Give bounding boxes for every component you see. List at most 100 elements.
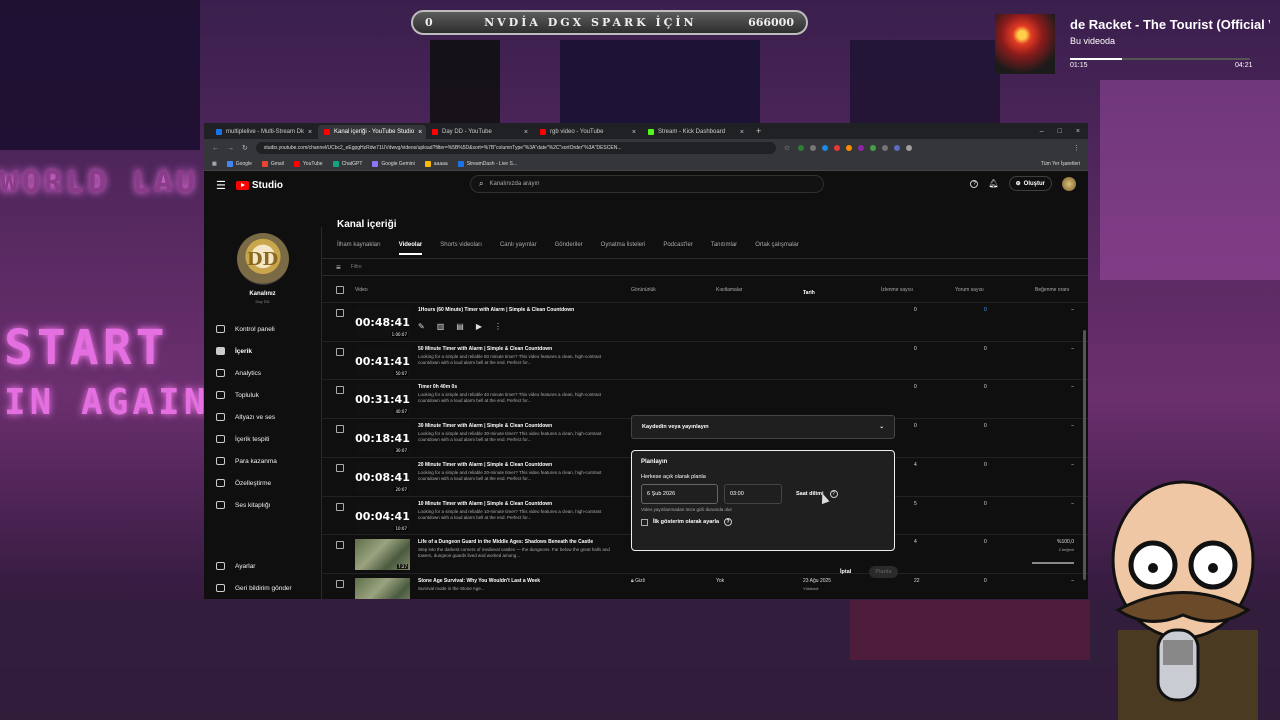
schedule-button[interactable]: Planla (869, 566, 898, 578)
row-checkbox[interactable] (336, 425, 344, 434)
video-thumbnail[interactable]: 00:31:41 40:07 (355, 384, 410, 416)
sidebar-item[interactable]: Altyazı ve ses (204, 406, 321, 428)
save-publish-dropdown[interactable]: Kaydedin veya yayınlayın ⌄ (631, 415, 895, 439)
video-title[interactable]: 20 Minute Timer with Alarm | Simple & Cl… (418, 462, 618, 468)
menu-icon[interactable]: ☰ (216, 179, 226, 192)
help-icon[interactable]: ? (970, 179, 979, 188)
comments-icon[interactable]: ▤ (456, 322, 464, 331)
bookmark-item[interactable]: Google Gemini (372, 160, 415, 167)
content-tab[interactable]: Gönderiler (555, 242, 583, 255)
content-tab[interactable]: Shorts videoları (440, 242, 482, 255)
browser-tab[interactable]: Kanal içeriği - YouTube Studio × (318, 125, 426, 139)
forward-icon[interactable]: → (227, 145, 234, 152)
filter-bar[interactable]: ≡ Filtre (322, 258, 1088, 276)
row-checkbox[interactable] (336, 309, 344, 317)
sidebar-item[interactable]: Topluluk (204, 384, 321, 406)
row-checkbox[interactable] (336, 502, 344, 511)
col-views[interactable]: İzlenme sayısı (881, 287, 913, 293)
new-tab-icon[interactable]: + (756, 126, 761, 136)
content-tab[interactable]: Oynatma listeleri (601, 242, 646, 255)
scrollbar[interactable] (1083, 330, 1086, 580)
studio-logo[interactable]: Studio (235, 180, 283, 191)
all-bookmarks[interactable]: Tüm Yer İşaretleri (1041, 161, 1080, 167)
video-title[interactable]: Stone Age Survival: Why You Wouldn't Las… (418, 578, 618, 584)
extension-icon[interactable] (858, 145, 865, 151)
extension-icon[interactable] (810, 145, 817, 151)
video-thumbnail[interactable]: 00:04:41 10:07 (355, 500, 410, 532)
row-checkbox[interactable] (336, 347, 344, 356)
tab-close-icon[interactable]: × (740, 129, 744, 136)
browser-tab[interactable]: Day DD - YouTube × (426, 125, 534, 139)
sidebar-item[interactable]: Analytics (204, 362, 321, 384)
notifications-icon[interactable]: 🔔︎ (988, 179, 998, 188)
analytics-icon[interactable]: ▥ (437, 322, 445, 331)
edit-icon[interactable]: ✎ (418, 322, 425, 331)
premiere-checkbox[interactable] (641, 518, 648, 526)
back-icon[interactable]: ← (212, 145, 219, 152)
extension-icon[interactable] (798, 145, 805, 151)
video-thumbnail[interactable]: 00:48:41 1:00:07 (355, 307, 410, 338)
col-video[interactable]: Video (355, 287, 368, 293)
video-title[interactable]: 1Hours (60 Minute) Timer with Alarm | Si… (418, 307, 618, 313)
browser-tab[interactable]: Stream - Kick Dashboard × (642, 125, 750, 139)
col-likes[interactable]: Beğenme oranı (1035, 287, 1069, 293)
channel-avatar[interactable]: DD (236, 233, 289, 285)
table-row[interactable]: 00:31:41 40:07 Timer 0h 40m 0s Looking for … (322, 379, 1088, 418)
row-checkbox[interactable] (336, 579, 344, 588)
apps-grid-icon[interactable]: ▦ (212, 161, 217, 167)
col-visibility[interactable]: Görünürlük (631, 287, 656, 293)
visibility-cell[interactable]: 🔒︎ Gizli (631, 578, 645, 584)
content-tab[interactable]: İlham kaynakları (337, 242, 381, 255)
col-restrictions[interactable]: Kısıtlamalar (716, 287, 742, 293)
table-row[interactable]: Stone Age Survival: Why You Wouldn't Las… (322, 572, 1088, 599)
bookmark-item[interactable]: ChatGPT (332, 160, 362, 167)
maximize-icon[interactable]: □ (1058, 128, 1062, 135)
sidebar-item[interactable]: Ses kitaplığı (204, 494, 321, 516)
table-row[interactable]: 00:41:41 50:07 50 Minute Timer with Alarm … (322, 340, 1088, 380)
bookmark-item[interactable]: Google (226, 160, 252, 167)
content-tab[interactable]: Tanıtımlar (711, 242, 737, 255)
sidebar-item[interactable]: Kontrol paneli (204, 318, 321, 340)
browser-tab[interactable]: rgb video - YouTube × (534, 125, 642, 139)
create-button[interactable]: ⊕ Oluştur (1008, 176, 1052, 191)
account-avatar[interactable] (1062, 176, 1076, 191)
video-thumbnail[interactable]: 00:18:41 30:07 (355, 423, 410, 455)
premiere-help-icon[interactable]: ? (724, 518, 733, 526)
col-comments[interactable]: Yorum sayısı (955, 287, 984, 293)
select-all-checkbox[interactable] (336, 286, 344, 294)
filter-icon[interactable]: ≡ (336, 263, 341, 272)
more-icon[interactable]: ⋮ (494, 322, 502, 331)
tab-close-icon[interactable]: × (418, 129, 422, 136)
bookmark-item[interactable]: StreamDash - Live S... (457, 160, 517, 167)
bookmark-item[interactable]: Gmail (261, 160, 284, 167)
sidebar-item-settings[interactable]: Ayarlar (204, 555, 322, 577)
reload-icon[interactable]: ↻ (242, 144, 248, 152)
bookmark-item[interactable]: aaaaa (424, 160, 448, 167)
bookmark-star-icon[interactable]: ☆ (784, 144, 790, 152)
minimize-icon[interactable]: – (1040, 128, 1044, 135)
close-window-icon[interactable]: × (1076, 128, 1080, 135)
table-row[interactable]: 00:48:41 1:00:07 1Hours (60 Minute) Timer … (322, 302, 1088, 341)
extension-icon[interactable] (906, 145, 913, 151)
content-tab[interactable]: Podcast'ler (663, 242, 693, 255)
cancel-button[interactable]: İptal (836, 566, 855, 578)
content-tab[interactable]: Ortak çalışmalar (755, 242, 799, 255)
video-thumbnail[interactable]: 00:08:41 20:07 (355, 461, 410, 493)
video-title[interactable]: 30 Minute Timer with Alarm | Simple & Cl… (418, 423, 618, 429)
content-tab[interactable]: Videolar (398, 242, 423, 255)
schedule-time-field[interactable]: 03:00 (724, 484, 782, 504)
extension-icon[interactable] (882, 145, 889, 151)
browser-tab[interactable]: multiplelive - Multi-Stream Dk × (210, 125, 318, 139)
row-checkbox[interactable] (336, 463, 344, 472)
row-checkbox[interactable] (336, 386, 344, 395)
sidebar-item[interactable]: İçerik (204, 340, 321, 362)
video-title[interactable]: 50 Minute Timer with Alarm | Simple & Cl… (418, 346, 618, 352)
extension-icon[interactable] (894, 145, 901, 151)
video-thumbnail[interactable] (355, 577, 410, 599)
search-input[interactable]: ⌕ Kanalınızda arayın (470, 175, 824, 193)
timezone-help-icon[interactable]: ? (829, 490, 838, 498)
premiere-option[interactable]: İlk gösterim olarak ayarla ? (641, 518, 885, 526)
video-title[interactable]: Life of a Dungeon Guard in the Middle Ag… (418, 539, 618, 545)
video-thumbnail[interactable]: 7:27 (355, 539, 410, 571)
sidebar-item-feedback[interactable]: Geri bildirim gönder (204, 577, 322, 599)
